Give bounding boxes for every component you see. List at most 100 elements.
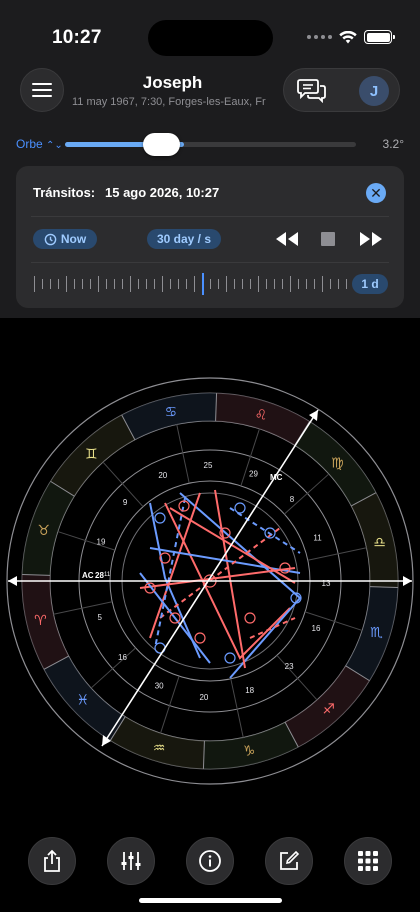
orbe-selector[interactable]: Orbe ⌃⌄ bbox=[16, 137, 63, 151]
zodiac-sign-glyph: ♓ bbox=[76, 693, 89, 709]
settings-button[interactable] bbox=[107, 837, 155, 885]
ruler-tick bbox=[82, 279, 83, 289]
edit-button[interactable] bbox=[265, 837, 313, 885]
zodiac-sign-glyph: ♎ bbox=[373, 535, 386, 551]
astro-chart[interactable]: ♈ ♉ ♊ ♋ ♌ ♍ ♎ ♏ ♐ ♑ ♒ ♓ 19 9 20 25 29 8 11 13 16 23 18 20 30 16 5 bbox=[0, 318, 420, 828]
transit-date[interactable]: 15 ago 2026, 10:27 bbox=[105, 185, 219, 200]
ruler-tick bbox=[74, 279, 75, 289]
ruler-tick bbox=[42, 279, 43, 289]
bottom-toolbar bbox=[0, 828, 420, 912]
zodiac-sign-glyph: ♏ bbox=[370, 625, 383, 641]
house-cusp bbox=[276, 654, 318, 701]
ruler-tick bbox=[138, 279, 139, 289]
transit-label: Tránsitos: bbox=[33, 185, 96, 200]
ruler-tick bbox=[282, 279, 283, 289]
planet-degree-label: 19 bbox=[97, 537, 106, 546]
natal-wheel[interactable]: ♈♉♊♋ ♌♍♎♏♐♑♒♓ 199202529811131623182030165 bbox=[0, 318, 420, 828]
planet-degree-label: 16 bbox=[118, 653, 127, 662]
planet-degree-label: 25 bbox=[204, 461, 213, 470]
share-button[interactable] bbox=[28, 837, 76, 885]
ruler-tick bbox=[330, 279, 331, 289]
ruler-tick bbox=[338, 279, 339, 289]
planet-degree-label: 11 bbox=[313, 534, 322, 543]
ruler-tick bbox=[226, 276, 227, 292]
fast-forward-icon[interactable] bbox=[358, 231, 384, 247]
zodiac-sign-glyph: ♉ bbox=[37, 523, 50, 539]
ruler-tick bbox=[50, 279, 51, 289]
planet-degree-label: 5 bbox=[97, 613, 102, 622]
planet-degree-label: 20 bbox=[158, 471, 167, 480]
ruler-tick bbox=[154, 279, 155, 289]
ruler-tick bbox=[298, 279, 299, 289]
zodiac-sign-glyph: ♑ bbox=[243, 744, 256, 760]
house-cusp bbox=[57, 531, 116, 551]
ruler-tick bbox=[66, 276, 67, 292]
ruler-tick bbox=[234, 279, 235, 289]
zodiac-sign-glyph: ♐ bbox=[322, 701, 335, 717]
grid-button[interactable] bbox=[344, 837, 392, 885]
ruler-tick bbox=[306, 279, 307, 289]
zodiac-sign-glyph: ♋ bbox=[165, 404, 178, 420]
planet-degree-label: 23 bbox=[285, 662, 294, 671]
close-transit-button[interactable]: ✕ bbox=[366, 183, 386, 203]
planet-degree-label: 16 bbox=[312, 624, 321, 633]
ruler-tick bbox=[170, 279, 171, 289]
orbe-slider-thumb[interactable] bbox=[143, 133, 180, 156]
planet-degree-label: 9 bbox=[123, 498, 128, 507]
ruler-tick bbox=[106, 279, 107, 289]
ruler-cursor bbox=[202, 273, 204, 295]
close-icon: ✕ bbox=[370, 184, 382, 201]
orbe-label: Orbe bbox=[16, 137, 43, 151]
planet-degree-label: 29 bbox=[249, 469, 258, 478]
orbe-slider-track[interactable] bbox=[65, 142, 356, 147]
ruler-tick bbox=[122, 279, 123, 289]
info-button[interactable] bbox=[186, 837, 234, 885]
divider bbox=[31, 262, 389, 263]
ruler-tick bbox=[98, 276, 99, 292]
status-time: 10:27 bbox=[52, 27, 102, 48]
zodiac-sign-glyph: ♌ bbox=[255, 408, 268, 424]
signal-icon bbox=[307, 35, 332, 39]
ruler-tick bbox=[146, 279, 147, 289]
chat-bubbles-icon[interactable] bbox=[296, 79, 328, 103]
step-button[interactable]: 1 d bbox=[352, 274, 388, 294]
divider bbox=[31, 216, 389, 217]
ruler-tick bbox=[250, 279, 251, 289]
transit-panel: Tránsitos: 15 ago 2026, 10:27 ✕ Now 30 d… bbox=[16, 166, 404, 308]
history-clock-icon bbox=[44, 233, 57, 245]
step-label: 1 d bbox=[361, 277, 379, 291]
ruler-tick bbox=[162, 276, 163, 292]
header-actions: J bbox=[283, 68, 400, 112]
rewind-icon[interactable] bbox=[274, 231, 300, 247]
ascendant-label: AC bbox=[82, 571, 94, 580]
ruler-tick bbox=[290, 276, 291, 292]
grid-icon bbox=[358, 851, 378, 871]
ruler-tick bbox=[322, 276, 323, 292]
now-button[interactable]: Now bbox=[33, 229, 97, 249]
ruler-tick bbox=[114, 279, 115, 289]
mc-label: MC bbox=[270, 473, 283, 482]
ascendant-minute: 11 bbox=[104, 572, 111, 578]
ruler-tick bbox=[34, 276, 35, 292]
orbe-value: 3.2° bbox=[382, 137, 404, 151]
top-panel: 10:27 Joseph 11 may 1967, 7:30, Forges-l… bbox=[0, 0, 420, 318]
ruler-tick bbox=[266, 279, 267, 289]
ruler-tick bbox=[58, 279, 59, 289]
wifi-icon bbox=[339, 30, 357, 43]
ruler-tick bbox=[346, 279, 347, 289]
ruler-tick bbox=[314, 279, 315, 289]
info-icon bbox=[199, 850, 221, 872]
status-icons bbox=[307, 30, 395, 44]
time-scrubber[interactable] bbox=[34, 272, 354, 296]
profile-avatar[interactable]: J bbox=[359, 76, 389, 106]
speed-button[interactable]: 30 day / s bbox=[147, 229, 221, 249]
planet-degree-label: 8 bbox=[290, 495, 295, 504]
planet-degree-label: 18 bbox=[245, 686, 254, 695]
birth-details: 11 may 1967, 7:30, Forges-les-Eaux, Fr bbox=[72, 96, 266, 108]
edit-icon bbox=[280, 850, 300, 870]
ruler-tick bbox=[130, 276, 131, 292]
ruler-tick bbox=[90, 279, 91, 289]
ruler-tick bbox=[258, 276, 259, 292]
stop-icon[interactable] bbox=[321, 232, 335, 246]
planet-degree-label: 20 bbox=[199, 693, 208, 702]
